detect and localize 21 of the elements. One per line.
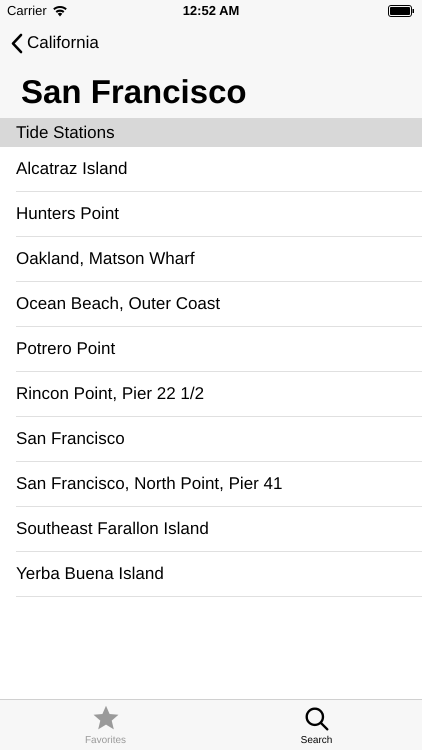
station-row[interactable]: Rincon Point, Pier 22 1/2 [16, 372, 422, 417]
search-icon [304, 706, 330, 732]
carrier-name: Carrier [7, 2, 47, 20]
chevron-left-icon [11, 32, 23, 54]
wifi-icon [52, 5, 68, 17]
station-row[interactable]: Hunters Point [16, 192, 422, 237]
station-row[interactable]: Yerba Buena Island [16, 552, 422, 597]
star-icon [92, 704, 120, 732]
tab-bar-item[interactable]: Search [211, 700, 422, 750]
status-time: 12:52 AM [182, 2, 240, 20]
battery-icon [388, 5, 415, 17]
station-row[interactable]: San Francisco, North Point, Pier 41 [16, 462, 422, 507]
station-row[interactable]: Alcatraz Island [16, 147, 422, 192]
section-header: Tide Stations [0, 118, 422, 147]
station-row[interactable]: Oakland, Matson Wharf [16, 237, 422, 282]
station-row[interactable]: Potrero Point [16, 327, 422, 372]
station-row[interactable]: Ocean Beach, Outer Coast [16, 282, 422, 327]
station-row[interactable]: Southeast Farallon Island [16, 507, 422, 552]
page-title: San Francisco [21, 74, 247, 108]
station-row[interactable]: San Francisco [16, 417, 422, 462]
back-button[interactable]: California [11, 30, 99, 56]
